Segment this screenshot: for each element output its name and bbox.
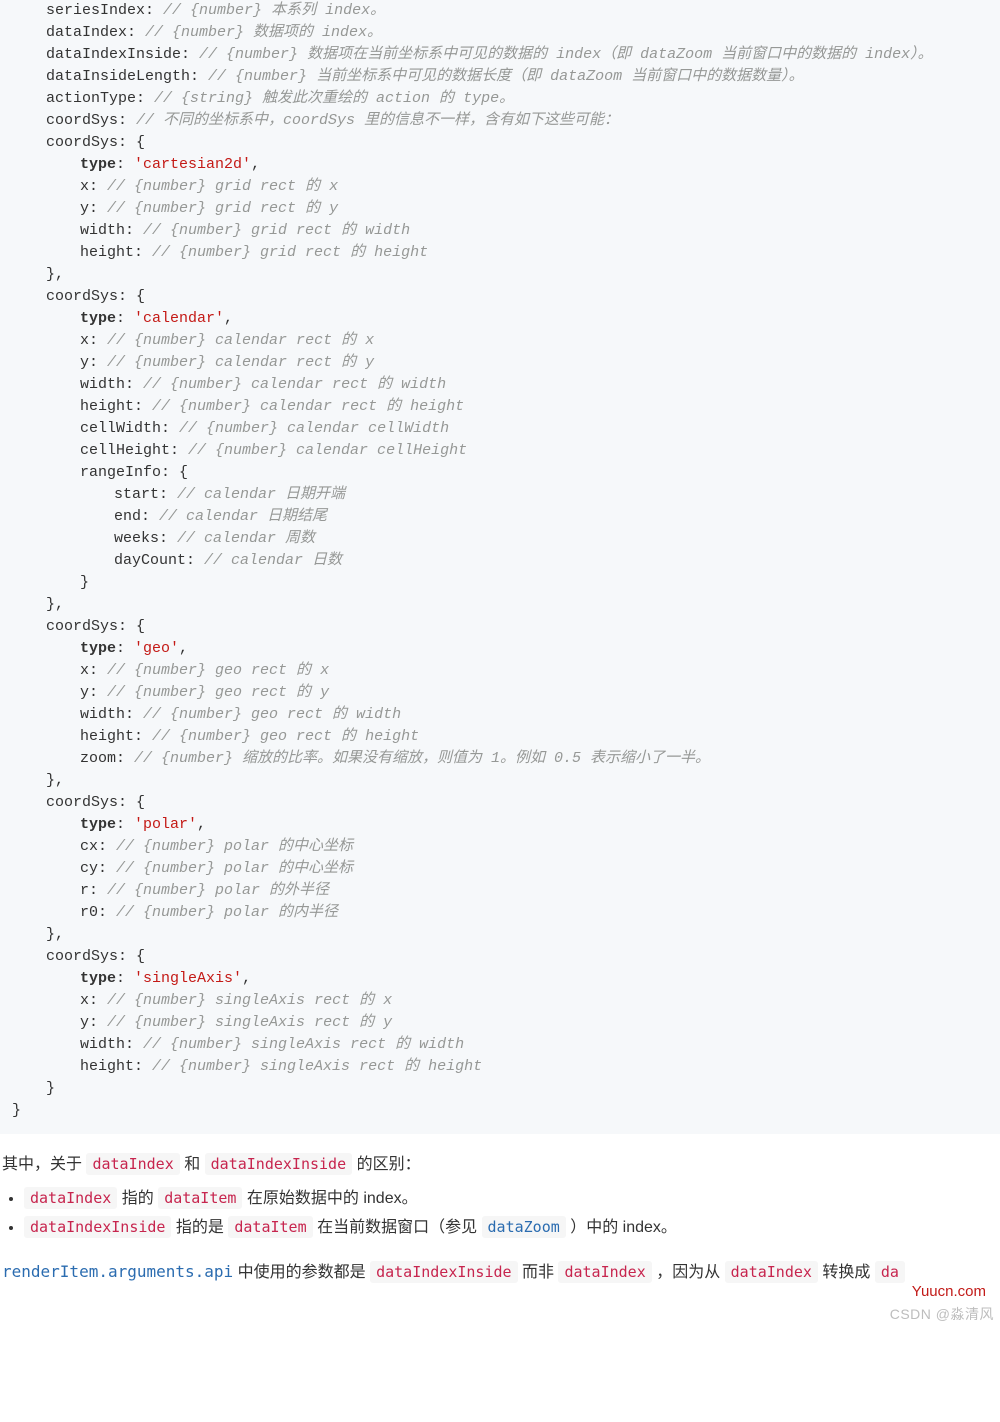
code-line: coordSys: // 不同的坐标系中，coordSys 里的信息不一样，含有… — [12, 110, 988, 132]
code-line: rangeInfo: { — [12, 462, 988, 484]
text: ）中的 index。 — [570, 1219, 677, 1236]
code-line: } — [12, 1100, 988, 1122]
text: 指的 — [122, 1190, 158, 1207]
code-line: start: // calendar 日期开端 — [12, 484, 988, 506]
code-line: }, — [12, 924, 988, 946]
text: 在原始数据中的 index。 — [247, 1190, 418, 1207]
link-api[interactable]: renderItem.arguments.api — [2, 1262, 233, 1281]
text: 指的是 — [176, 1219, 228, 1236]
code-line: coordSys: { — [12, 616, 988, 638]
code-line: } — [12, 1078, 988, 1100]
list-item: dataIndexInside 指的是 dataItem 在当前数据窗口（参见 … — [24, 1217, 998, 1239]
text: 其中，关于 — [2, 1156, 86, 1173]
code-dataindexinside: dataIndexInside — [205, 1153, 352, 1175]
code-line: end: // calendar 日期结尾 — [12, 506, 988, 528]
code-line: dataInsideLength: // {number} 当前坐标系中可见的数… — [12, 66, 988, 88]
code-dataitem: dataItem — [158, 1187, 242, 1209]
code-dataindexinside: dataIndexInside — [24, 1216, 171, 1238]
code-dataindex: dataIndex — [725, 1261, 818, 1283]
text: 的区别： — [357, 1156, 421, 1173]
difference-list: dataIndex 指的 dataItem 在原始数据中的 index。 dat… — [2, 1188, 998, 1239]
text: 和 — [184, 1156, 204, 1173]
code-line: width: // {number} geo rect 的 width — [12, 704, 988, 726]
text: 而非 — [522, 1264, 558, 1281]
code-line: height: // {number} grid rect 的 height — [12, 242, 988, 264]
code-dataindex: dataIndex — [24, 1187, 117, 1209]
code-line: cy: // {number} polar 的中心坐标 — [12, 858, 988, 880]
code-line: x: // {number} geo rect 的 x — [12, 660, 988, 682]
prose-section: 其中，关于 dataIndex 和 dataIndexInside 的区别： d… — [0, 1154, 1000, 1283]
code-line: y: // {number} grid rect 的 y — [12, 198, 988, 220]
text: 中使用的参数都是 — [238, 1264, 370, 1281]
code-line: height: // {number} singleAxis rect 的 he… — [12, 1056, 988, 1078]
link-datazoom[interactable]: dataZoom — [482, 1216, 566, 1238]
code-line: coordSys: { — [12, 286, 988, 308]
code-line: weeks: // calendar 周数 — [12, 528, 988, 550]
code-line: r0: // {number} polar 的内半径 — [12, 902, 988, 924]
code-line: height: // {number} calendar rect 的 heig… — [12, 396, 988, 418]
code-truncated: da — [875, 1261, 905, 1283]
code-dataindex: dataIndex — [86, 1153, 179, 1175]
code-line: width: // {number} singleAxis rect 的 wid… — [12, 1034, 988, 1056]
code-block: seriesIndex: // {number} 本系列 index。dataI… — [0, 0, 1000, 1134]
code-line: type: 'calendar', — [12, 308, 988, 330]
list-item: dataIndex 指的 dataItem 在原始数据中的 index。 — [24, 1188, 998, 1210]
code-line: }, — [12, 594, 988, 616]
code-line: coordSys: { — [12, 946, 988, 968]
code-dataindexinside: dataIndexInside — [370, 1261, 517, 1283]
text: 转换成 — [822, 1264, 874, 1281]
code-line: coordSys: { — [12, 132, 988, 154]
brand-label: Yuucn.com — [912, 1282, 986, 1302]
code-line: cellWidth: // {number} calendar cellWidt… — [12, 418, 988, 440]
code-line: }, — [12, 770, 988, 792]
text: ，因为从 — [656, 1264, 724, 1281]
code-line: width: // {number} calendar rect 的 width — [12, 374, 988, 396]
code-line: } — [12, 572, 988, 594]
code-line: dataIndexInside: // {number} 数据项在当前坐标系中可… — [12, 44, 988, 66]
code-line: x: // {number} grid rect 的 x — [12, 176, 988, 198]
code-line: width: // {number} grid rect 的 width — [12, 220, 988, 242]
code-line: r: // {number} polar 的外半径 — [12, 880, 988, 902]
code-line: type: 'geo', — [12, 638, 988, 660]
code-line: coordSys: { — [12, 792, 988, 814]
code-dataindex: dataIndex — [558, 1261, 651, 1283]
code-line: seriesIndex: // {number} 本系列 index。 — [12, 0, 988, 22]
code-dataitem: dataItem — [228, 1216, 312, 1238]
code-line: type: 'singleAxis', — [12, 968, 988, 990]
code-line: zoom: // {number} 缩放的比率。如果没有缩放，则值为 1。例如 … — [12, 748, 988, 770]
intro-line: 其中，关于 dataIndex 和 dataIndexInside 的区别： — [2, 1154, 998, 1176]
watermark: CSDN @淼清风 — [0, 1289, 1000, 1332]
code-line: y: // {number} calendar rect 的 y — [12, 352, 988, 374]
code-line: y: // {number} singleAxis rect 的 y — [12, 1012, 988, 1034]
code-line: y: // {number} geo rect 的 y — [12, 682, 988, 704]
code-line: x: // {number} singleAxis rect 的 x — [12, 990, 988, 1012]
code-line: cx: // {number} polar 的中心坐标 — [12, 836, 988, 858]
code-line: type: 'cartesian2d', — [12, 154, 988, 176]
code-line: height: // {number} geo rect 的 height — [12, 726, 988, 748]
code-line: dataIndex: // {number} 数据项的 index。 — [12, 22, 988, 44]
code-line: }, — [12, 264, 988, 286]
text: 在当前数据窗口（参见 — [317, 1219, 481, 1236]
code-line: actionType: // {string} 触发此次重绘的 action 的… — [12, 88, 988, 110]
code-line: type: 'polar', — [12, 814, 988, 836]
code-line: x: // {number} calendar rect 的 x — [12, 330, 988, 352]
api-note-line: renderItem.arguments.api 中使用的参数都是 dataIn… — [2, 1261, 998, 1284]
code-line: dayCount: // calendar 日数 — [12, 550, 988, 572]
code-line: cellHeight: // {number} calendar cellHei… — [12, 440, 988, 462]
